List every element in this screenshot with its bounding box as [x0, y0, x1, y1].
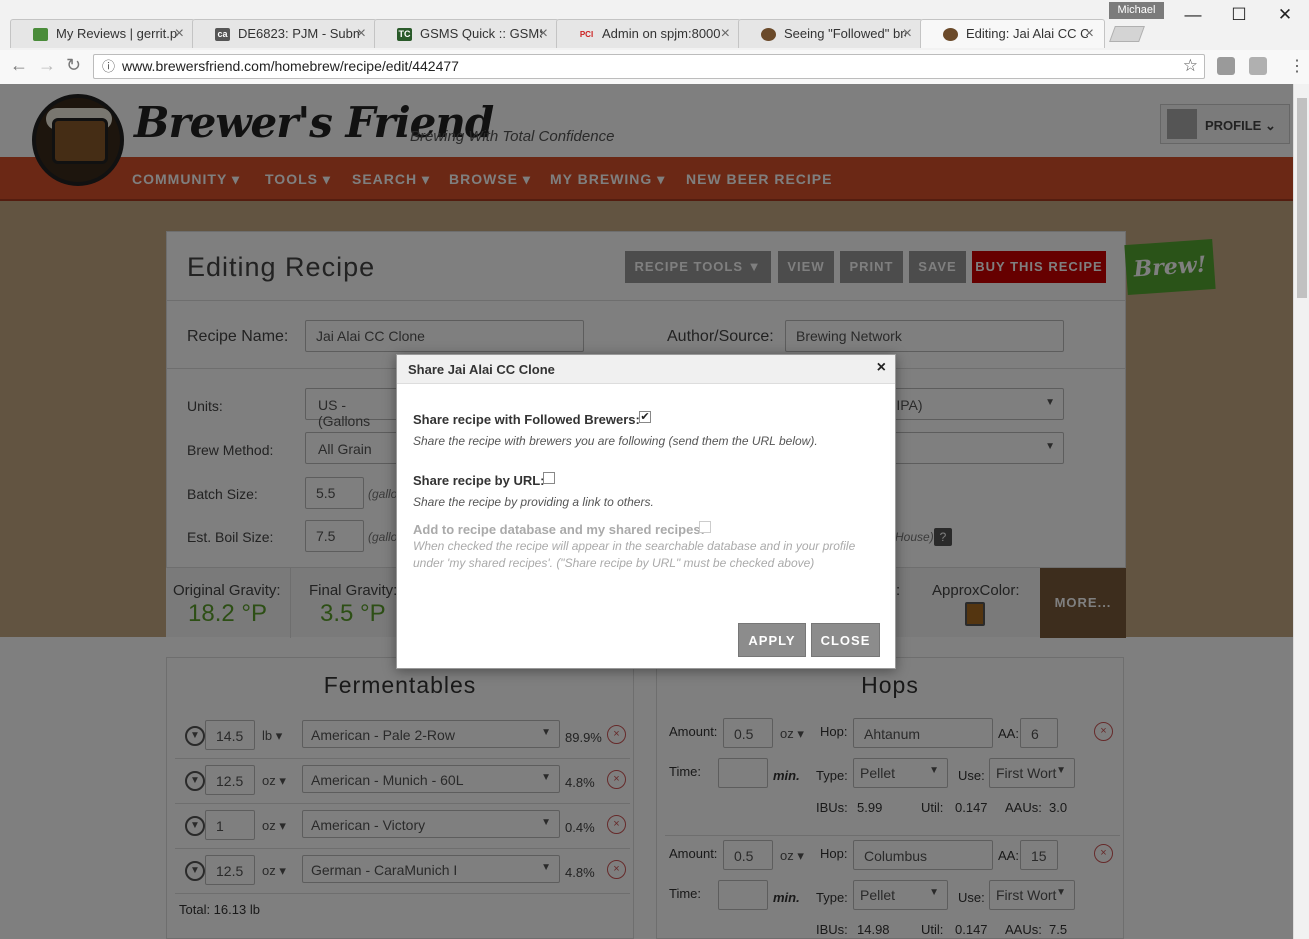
- ca-favicon-icon: ca: [215, 28, 230, 41]
- close-icon[interactable]: ×: [877, 359, 886, 377]
- browser-chrome: My Reviews | gerrit.po × ca DE6823: PJM …: [0, 0, 1309, 84]
- tab-my-reviews[interactable]: My Reviews | gerrit.po ×: [10, 19, 195, 48]
- share-url-desc: Share the recipe by providing a link to …: [413, 495, 654, 509]
- share-followed-desc: Share the recipe with brewers you are fo…: [413, 434, 818, 448]
- tab-admin-spjm[interactable]: PCI Admin on spjm:8000 | ×: [556, 19, 741, 48]
- share-dialog: Share Jai Alai CC Clone × Share recipe w…: [396, 354, 896, 669]
- url-text: www.brewersfriend.com/homebrew/recipe/ed…: [122, 58, 459, 74]
- close-icon[interactable]: ×: [175, 25, 184, 43]
- apply-button[interactable]: APPLY: [738, 623, 806, 657]
- share-followed-label: Share recipe with Followed Brewers:: [413, 412, 640, 427]
- menu-kebab-icon[interactable]: ⋮: [1289, 56, 1305, 76]
- browser-profile-chip[interactable]: Michael: [1109, 2, 1164, 19]
- add-database-checkbox[interactable]: [699, 521, 711, 533]
- pci-favicon-icon: PCI: [579, 30, 594, 39]
- window-close-icon[interactable]: ✕: [1270, 4, 1300, 26]
- tab-title: Admin on spjm:8000 |: [602, 26, 724, 41]
- brewers-friend-favicon-icon: [761, 28, 776, 41]
- tab-title: Seeing "Followed" bre: [784, 26, 906, 41]
- dialog-header: Share Jai Alai CC Clone ×: [397, 355, 895, 384]
- close-icon[interactable]: ×: [903, 25, 912, 43]
- tab-title: Editing: Jai Alai CC Clo: [966, 26, 1088, 41]
- add-database-desc: When checked the recipe will appear in t…: [413, 539, 856, 570]
- close-icon[interactable]: ×: [721, 25, 730, 43]
- info-icon[interactable]: ⓘ: [102, 55, 115, 78]
- back-icon[interactable]: ←: [10, 55, 28, 76]
- close-icon[interactable]: ×: [357, 25, 366, 43]
- teamcity-favicon-icon: TC: [397, 28, 412, 41]
- tab-title: GSMS Quick :: GSMS P: [420, 26, 542, 41]
- close-button[interactable]: CLOSE: [811, 623, 880, 657]
- tab-title: DE6823: PJM - Submitt: [238, 26, 360, 41]
- minimize-icon[interactable]: —: [1178, 4, 1208, 26]
- address-bar[interactable]: ⓘ www.brewersfriend.com/homebrew/recipe/…: [93, 54, 1205, 79]
- close-icon[interactable]: ×: [1085, 25, 1094, 43]
- tab-editing-recipe[interactable]: Editing: Jai Alai CC Clo ×: [920, 19, 1105, 48]
- gerrit-favicon-icon: [33, 28, 48, 41]
- reload-icon[interactable]: ↻: [66, 55, 81, 76]
- forward-icon[interactable]: →: [38, 55, 56, 76]
- share-url-label: Share recipe by URL:: [413, 473, 545, 488]
- tab-de6823[interactable]: ca DE6823: PJM - Submitt ×: [192, 19, 377, 48]
- add-database-label: Add to recipe database and my shared rec…: [413, 522, 705, 537]
- share-followed-checkbox[interactable]: ✔: [639, 411, 651, 423]
- brewers-friend-favicon-icon: [943, 28, 958, 41]
- extension-icon[interactable]: [1217, 57, 1235, 75]
- share-url-checkbox[interactable]: [543, 472, 555, 484]
- tab-seeing-followed[interactable]: Seeing "Followed" bre ×: [738, 19, 923, 48]
- page-scrollbar[interactable]: [1293, 84, 1309, 939]
- close-icon[interactable]: ×: [539, 25, 548, 43]
- dialog-title: Share Jai Alai CC Clone: [408, 362, 555, 377]
- tab-gsms[interactable]: TC GSMS Quick :: GSMS P ×: [374, 19, 559, 48]
- pdf-extension-icon[interactable]: [1249, 57, 1267, 75]
- maximize-icon[interactable]: ☐: [1224, 4, 1254, 26]
- tab-title: My Reviews | gerrit.po: [56, 26, 178, 41]
- scrollbar-thumb[interactable]: [1297, 98, 1307, 298]
- new-tab-button[interactable]: [1109, 26, 1145, 42]
- bookmark-star-icon[interactable]: ☆: [1183, 54, 1198, 77]
